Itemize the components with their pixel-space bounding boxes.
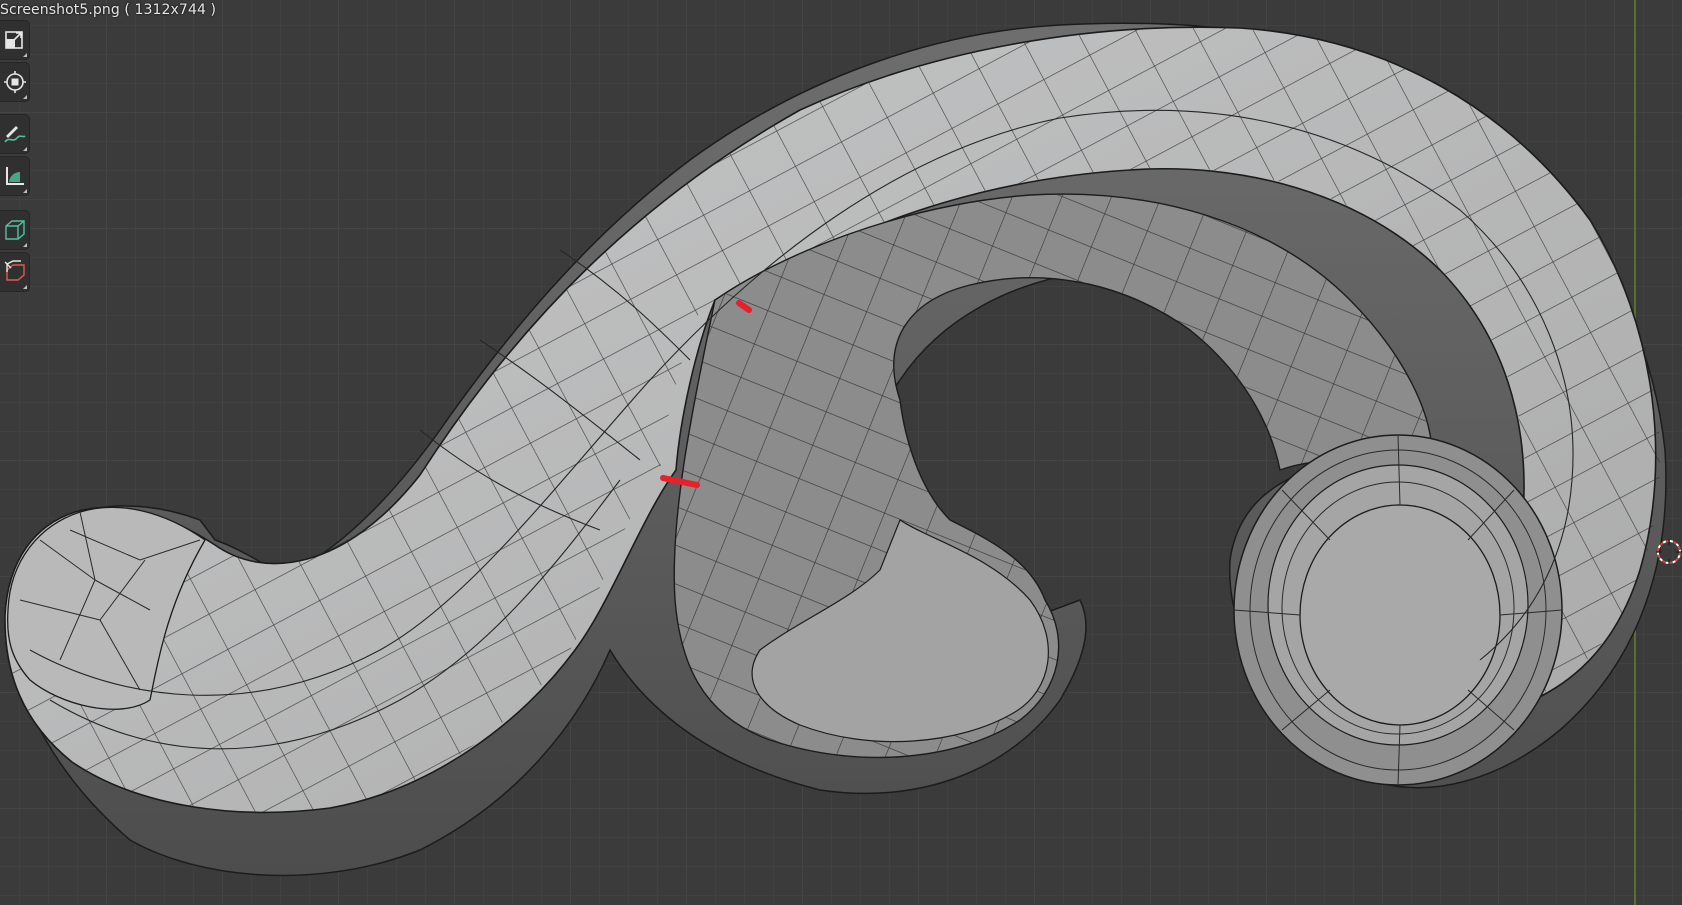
transform-tool-icon (3, 71, 26, 93)
scale-tool-icon (4, 31, 23, 49)
annotate-tool-icon (3, 126, 26, 143)
scale-tool-button[interactable] (0, 20, 30, 60)
extrude-region-tool-icon (4, 260, 25, 281)
measure-tool-button[interactable] (0, 156, 30, 196)
add-cube-tool-icon (4, 220, 25, 240)
3d-viewport[interactable] (0, 0, 1682, 905)
measure-tool-icon (5, 167, 24, 185)
mesh-object[interactable] (0, 0, 1682, 905)
transform-tool-button[interactable] (0, 62, 30, 102)
3d-cursor-icon[interactable] (1655, 538, 1682, 566)
extrude-region-tool-button[interactable] (0, 252, 30, 292)
add-cube-tool-button[interactable] (0, 210, 30, 250)
image-filename-label: Screenshot5.png ( 1312x744 ) (0, 2, 217, 18)
annotate-tool-button[interactable] (0, 114, 30, 154)
